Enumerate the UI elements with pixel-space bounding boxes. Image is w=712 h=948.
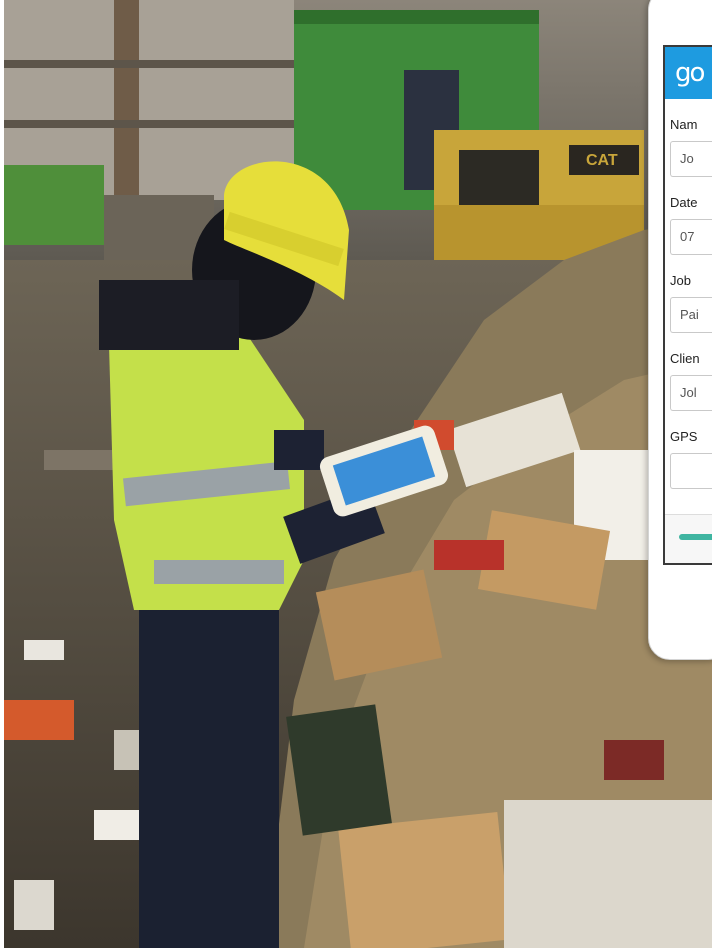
job-input[interactable]: Pai: [670, 297, 712, 333]
tablet-screen: go Nam Jo Date 07 Job Pai Clien Jol GPS: [663, 45, 712, 565]
name-input[interactable]: Jo: [670, 141, 712, 177]
date-label: Date: [670, 195, 698, 210]
app-header: go: [665, 47, 712, 99]
name-label: Nam: [670, 117, 698, 132]
gps-input[interactable]: [670, 453, 712, 489]
form: Nam Jo Date 07 Job Pai Clien Jol GPS: [665, 117, 712, 489]
job-label: Job: [670, 273, 691, 288]
date-input[interactable]: 07: [670, 219, 712, 255]
screenshot-stage: CAT go Nam Jo Date 07 Job Pai Clien Jol …: [0, 0, 712, 948]
progress-bar: [679, 534, 712, 540]
gps-label: GPS: [670, 429, 698, 444]
bottom-bar: [665, 514, 712, 563]
tablet-mockup: go Nam Jo Date 07 Job Pai Clien Jol GPS: [648, 0, 712, 660]
recycling-facility-photo: CAT: [4, 0, 712, 948]
app-logo: go: [675, 58, 705, 88]
svg-text:CAT: CAT: [586, 152, 618, 169]
client-label: Clien: [670, 351, 700, 366]
client-input[interactable]: Jol: [670, 375, 712, 411]
